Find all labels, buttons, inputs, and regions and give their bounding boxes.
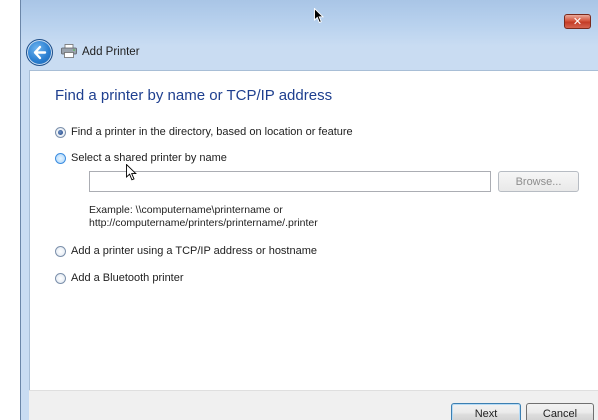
page-heading: Find a printer by name or TCP/IP address (55, 87, 333, 104)
title-bar[interactable]: ✕ (21, 0, 598, 30)
back-arrow-icon (33, 45, 47, 60)
option-shared-printer-label: Select a shared printer by name (71, 152, 227, 164)
option-directory[interactable]: Find a printer in the directory, based o… (55, 126, 353, 138)
option-shared-printer[interactable]: Select a shared printer by name (55, 152, 227, 164)
example-text: Example: \\computername\printername or h… (89, 204, 318, 230)
cancel-button[interactable]: Cancel (526, 403, 594, 420)
browse-button[interactable]: Browse... (498, 171, 579, 192)
option-tcpip-label: Add a printer using a TCP/IP address or … (71, 245, 318, 257)
button-bar: Next Cancel (29, 390, 598, 420)
option-bluetooth[interactable]: Add a Bluetooth printer (55, 272, 184, 284)
add-printer-window: ✕ Add Printer Find a printer by name or … (20, 0, 598, 420)
mouse-cursor-icon (314, 8, 325, 24)
close-button[interactable]: ✕ (564, 14, 591, 29)
radio-tcpip[interactable] (55, 245, 66, 257)
shared-printer-name-input[interactable] (89, 171, 491, 192)
option-tcpip[interactable]: Add a printer using a TCP/IP address or … (55, 245, 317, 257)
example-line-2: http://computername/printers/printername… (89, 217, 318, 229)
option-bluetooth-label: Add a Bluetooth printer (71, 272, 184, 284)
option-directory-label: Find a printer in the directory, based o… (71, 126, 353, 138)
radio-directory[interactable] (55, 126, 66, 138)
printer-icon (61, 44, 77, 58)
window-title: Add Printer (82, 46, 140, 58)
radio-shared-printer[interactable] (55, 152, 66, 164)
back-button[interactable] (26, 39, 53, 66)
next-button[interactable]: Next (451, 403, 521, 420)
example-line-1: Example: \\computername\printername or (89, 204, 283, 216)
radio-bluetooth[interactable] (55, 272, 66, 284)
close-icon: ✕ (572, 15, 583, 28)
mouse-pointer-icon (126, 164, 137, 181)
content-panel: Find a printer by name or TCP/IP address… (29, 70, 598, 420)
